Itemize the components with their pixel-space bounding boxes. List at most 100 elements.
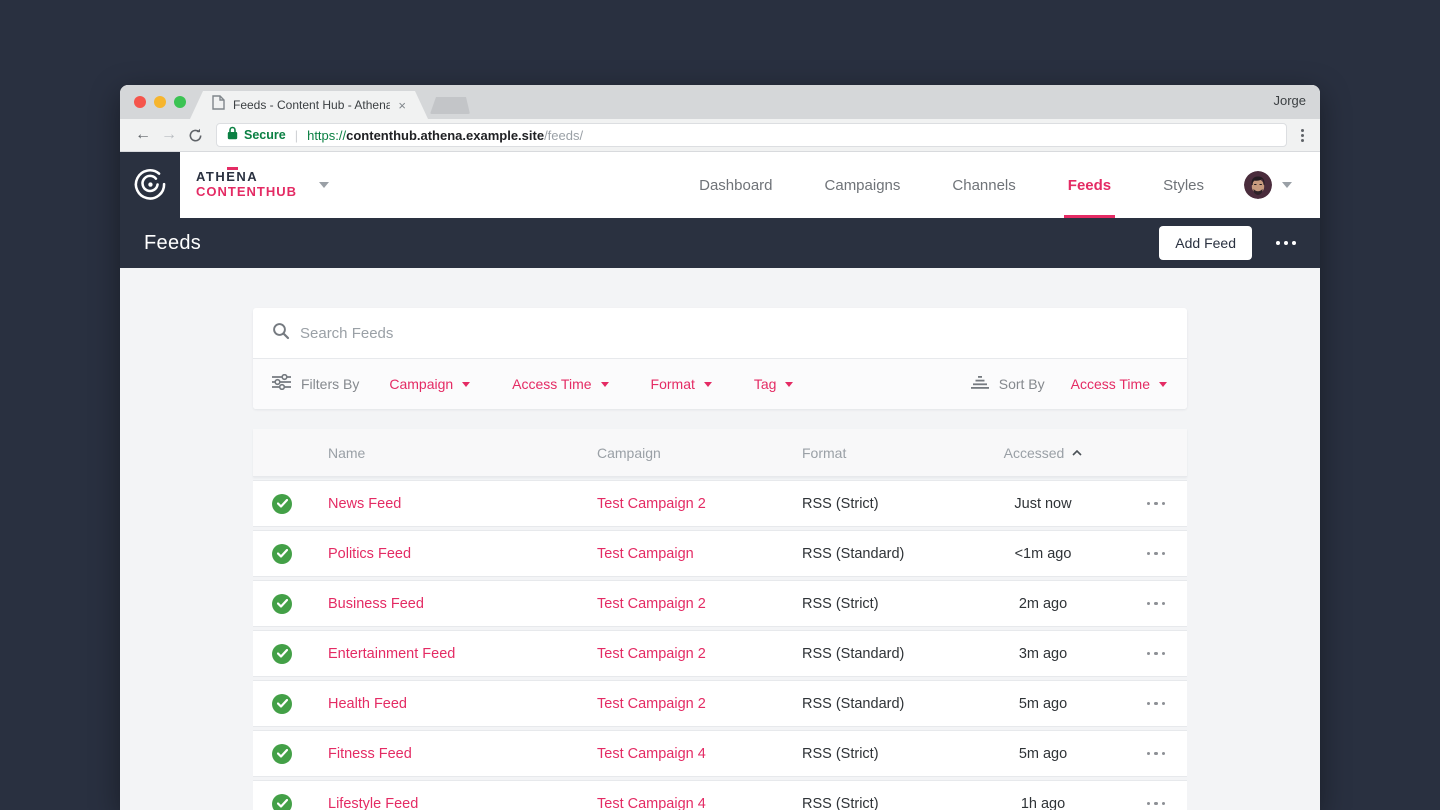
close-window-button[interactable] xyxy=(134,96,146,108)
campaign-link[interactable]: Test Campaign 4 xyxy=(597,746,706,762)
brand-logo[interactable] xyxy=(120,152,180,218)
filter-dropdown-access-time[interactable]: Access Time xyxy=(512,376,609,392)
brand-wordmark[interactable]: ATHENA CONTENTHUB xyxy=(196,167,297,200)
feed-accessed-time: 1h ago xyxy=(1020,795,1066,810)
row-actions-icon[interactable] xyxy=(1146,651,1165,656)
status-active-check-icon xyxy=(272,593,292,614)
chevron-down-icon xyxy=(703,381,712,387)
page-favicon-icon xyxy=(212,95,225,115)
nav-item-styles[interactable]: Styles xyxy=(1159,152,1208,218)
lock-icon xyxy=(227,126,238,145)
filters-icon xyxy=(272,373,291,395)
browser-menu-icon[interactable] xyxy=(1295,128,1310,142)
feed-format: RSS (Standard) xyxy=(802,645,905,662)
chevron-up-icon xyxy=(1072,449,1082,456)
row-actions-icon[interactable] xyxy=(1146,801,1165,806)
browser-profile-name[interactable]: Jorge xyxy=(1273,93,1306,108)
browser-toolbar: ← → Secure | https://contenthub.athena.e… xyxy=(120,119,1320,152)
column-header-name[interactable]: Name xyxy=(328,445,597,461)
user-menu-caret-icon[interactable] xyxy=(1282,182,1292,188)
campaign-link[interactable]: Test Campaign 2 xyxy=(597,596,706,612)
campaign-link[interactable]: Test Campaign 2 xyxy=(597,496,706,512)
feed-name-link[interactable]: Entertainment Feed xyxy=(328,646,455,662)
address-bar[interactable]: Secure | https://contenthub.athena.examp… xyxy=(216,123,1287,147)
feed-name-link[interactable]: Politics Feed xyxy=(328,546,411,562)
feed-name-link[interactable]: News Feed xyxy=(328,496,401,512)
feed-name-link[interactable]: Health Feed xyxy=(328,696,407,712)
avatar[interactable] xyxy=(1244,171,1272,199)
nav-item-channels[interactable]: Channels xyxy=(948,152,1019,218)
filter-dropdown-campaign[interactable]: Campaign xyxy=(389,376,471,392)
user-menu[interactable] xyxy=(1244,152,1292,218)
brand-macron-accent xyxy=(227,167,238,171)
nav-item-dashboard[interactable]: Dashboard xyxy=(695,152,776,218)
campaign-link[interactable]: Test Campaign 2 xyxy=(597,696,706,712)
nav-item-campaigns[interactable]: Campaigns xyxy=(821,152,905,218)
chevron-down-icon xyxy=(1159,381,1167,387)
table-header-row: Name Campaign Format Accessed xyxy=(253,429,1187,477)
table-row: Business Feed Test Campaign 2 RSS (Stric… xyxy=(253,580,1187,627)
row-actions-icon[interactable] xyxy=(1146,501,1165,506)
feed-accessed-time: 2m ago xyxy=(1018,595,1068,612)
filter-row: Filters By Campaign Access Time Format T… xyxy=(253,358,1187,409)
browser-tab-strip: Feeds - Content Hub - Athena × Jorge xyxy=(120,85,1320,119)
status-active-check-icon xyxy=(272,643,292,664)
feed-format: RSS (Standard) xyxy=(802,545,905,562)
table-body: News Feed Test Campaign 2 RSS (Strict) J… xyxy=(253,480,1187,810)
search-icon xyxy=(272,322,290,345)
feed-name-link[interactable]: Business Feed xyxy=(328,596,424,612)
page-more-actions-icon[interactable] xyxy=(1276,241,1296,245)
campaign-link[interactable]: Test Campaign 4 xyxy=(597,796,706,810)
feed-accessed-time: 3m ago xyxy=(1018,645,1068,662)
table-row: News Feed Test Campaign 2 RSS (Strict) J… xyxy=(253,480,1187,527)
new-tab-button[interactable] xyxy=(430,97,470,114)
tab-title: Feeds - Content Hub - Athena xyxy=(233,98,391,112)
nav-item-feeds[interactable]: Feeds xyxy=(1063,152,1116,218)
table-row: Entertainment Feed Test Campaign 2 RSS (… xyxy=(253,630,1187,677)
feed-accessed-time: <1m ago xyxy=(1014,545,1072,562)
search-row xyxy=(253,308,1187,358)
feed-format: RSS (Standard) xyxy=(802,695,905,712)
column-header-campaign[interactable]: Campaign xyxy=(597,445,802,461)
campaign-link[interactable]: Test Campaign xyxy=(597,546,694,562)
feed-format: RSS (Strict) xyxy=(802,795,879,810)
table-row: Fitness Feed Test Campaign 4 RSS (Strict… xyxy=(253,730,1187,777)
column-header-accessed[interactable]: Accessed xyxy=(988,445,1098,461)
search-input[interactable] xyxy=(300,324,1187,342)
table-row: Politics Feed Test Campaign RSS (Standar… xyxy=(253,530,1187,577)
feed-name-link[interactable]: Fitness Feed xyxy=(328,746,412,762)
search-filter-card: Filters By Campaign Access Time Format T… xyxy=(253,308,1187,409)
tab-close-icon[interactable]: × xyxy=(398,98,406,113)
url-path: /feeds/ xyxy=(544,127,584,143)
page-content: Filters By Campaign Access Time Format T… xyxy=(120,268,1320,810)
sort-group: Sort By Access Time xyxy=(970,375,1167,394)
minimize-window-button[interactable] xyxy=(154,96,166,108)
row-actions-icon[interactable] xyxy=(1146,551,1165,556)
column-header-format[interactable]: Format xyxy=(802,445,988,461)
add-feed-button[interactable]: Add Feed xyxy=(1159,226,1252,260)
status-active-check-icon xyxy=(272,743,292,764)
row-actions-icon[interactable] xyxy=(1146,601,1165,606)
secure-label: Secure xyxy=(244,128,286,142)
app-header: ATHENA CONTENTHUB Dashboard Campaigns Ch… xyxy=(120,152,1320,218)
row-actions-icon[interactable] xyxy=(1146,701,1165,706)
browser-tab[interactable]: Feeds - Content Hub - Athena × xyxy=(190,91,428,119)
sort-by-label: Sort By xyxy=(998,376,1045,392)
status-active-check-icon xyxy=(272,793,292,810)
page-header: Feeds Add Feed xyxy=(120,218,1320,268)
forward-icon: → xyxy=(161,126,177,143)
url-separator: | xyxy=(294,127,299,143)
filter-dropdown-tag[interactable]: Tag xyxy=(754,376,794,392)
brand-switcher-caret-icon[interactable] xyxy=(319,182,329,188)
row-actions-icon[interactable] xyxy=(1146,751,1165,756)
zoom-window-button[interactable] xyxy=(174,96,186,108)
brand-line-contenthub: CONTENTHUB xyxy=(196,184,297,199)
feed-format: RSS (Strict) xyxy=(802,745,879,762)
campaign-link[interactable]: Test Campaign 2 xyxy=(597,646,706,662)
back-icon[interactable]: ← xyxy=(130,126,156,144)
sort-dropdown[interactable]: Access Time xyxy=(1071,376,1167,392)
filter-dropdown-format[interactable]: Format xyxy=(651,376,712,392)
chevron-down-icon xyxy=(600,381,609,387)
reload-icon[interactable] xyxy=(182,128,208,143)
feed-name-link[interactable]: Lifestyle Feed xyxy=(328,796,418,810)
